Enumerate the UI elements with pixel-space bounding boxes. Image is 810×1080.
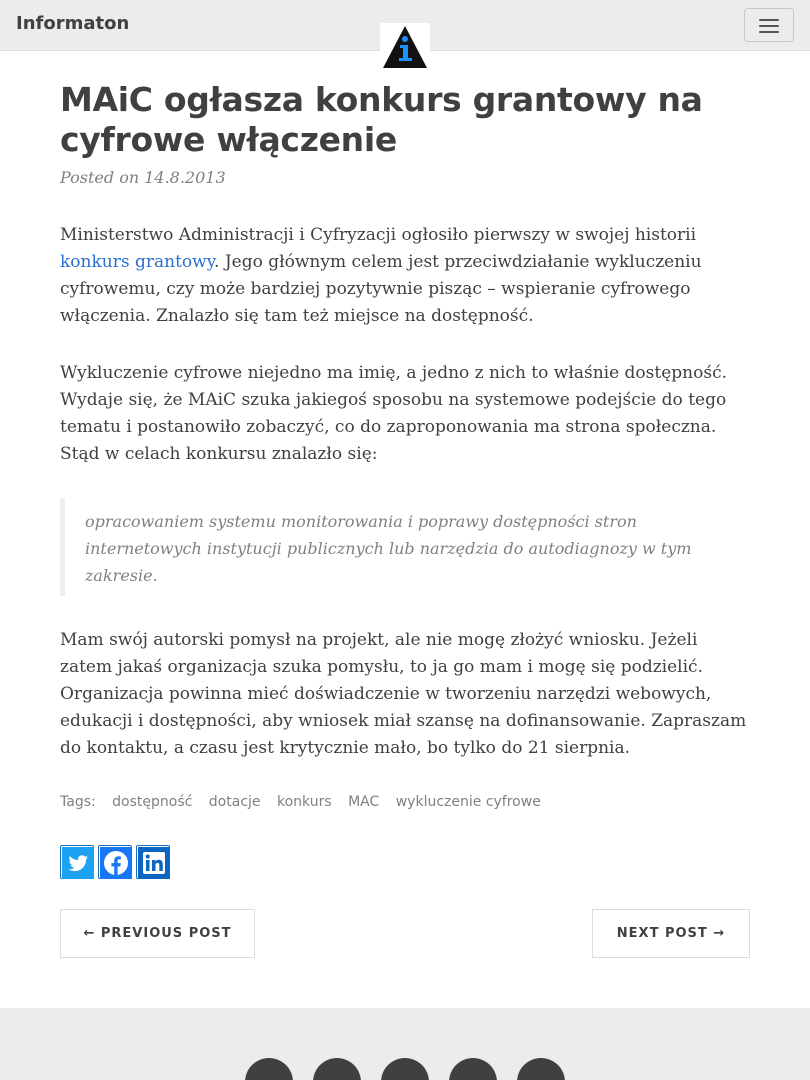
- post-paragraph-1: Ministerstwo Administracji i Cyfryzacji …: [60, 222, 752, 330]
- konkurs-grantowy-link[interactable]: konkurs grantowy: [60, 252, 214, 272]
- hamburger-menu-icon: [759, 19, 779, 21]
- info-triangle-logo-icon[interactable]: [380, 23, 430, 70]
- share-linkedin-button[interactable]: [136, 845, 170, 879]
- tags-row: Tags: dostępność dotacje konkurs MAC wyk…: [60, 794, 541, 810]
- facebook-icon: [100, 847, 132, 879]
- next-post-button[interactable]: NEXT POST →: [592, 909, 750, 958]
- blockquote-text: opracowaniem systemu monitorowania i pop…: [85, 512, 692, 585]
- tag-link[interactable]: dostępność: [112, 794, 192, 810]
- brand-link[interactable]: Informaton: [16, 13, 129, 34]
- tags-label: Tags:: [60, 794, 96, 810]
- tag-link[interactable]: dotacje: [209, 794, 261, 810]
- share-twitter-button[interactable]: [60, 845, 94, 879]
- paragraph-text: Ministerstwo Administracji i Cyfryzacji …: [60, 225, 697, 245]
- previous-post-button[interactable]: ← PREVIOUS POST: [60, 909, 255, 958]
- tag-link[interactable]: konkurs: [277, 794, 332, 810]
- post-blockquote: opracowaniem systemu monitorowania i pop…: [60, 498, 752, 596]
- share-facebook-button[interactable]: [98, 845, 132, 879]
- linkedin-icon: [138, 847, 170, 879]
- posted-on-label: Posted on: [60, 168, 145, 187]
- post-date: 14.8.2013: [144, 168, 226, 187]
- post-paragraph-2: Wykluczenie cyfrowe niejedno ma imię, a …: [60, 363, 727, 464]
- post-meta: Posted on 14.8.2013: [60, 168, 226, 187]
- navbar-toggle-button[interactable]: [744, 8, 794, 42]
- post-title: MAiC ogłasza konkurs grantowy na cyfrowe…: [60, 80, 703, 159]
- twitter-icon: [62, 847, 94, 879]
- tag-link[interactable]: MAC: [348, 794, 379, 810]
- navbar: Informaton: [0, 0, 810, 70]
- post-paragraph-3: Mam swój autorski pomysł na projekt, ale…: [60, 630, 747, 758]
- tag-link[interactable]: wykluczenie cyfrowe: [396, 794, 541, 810]
